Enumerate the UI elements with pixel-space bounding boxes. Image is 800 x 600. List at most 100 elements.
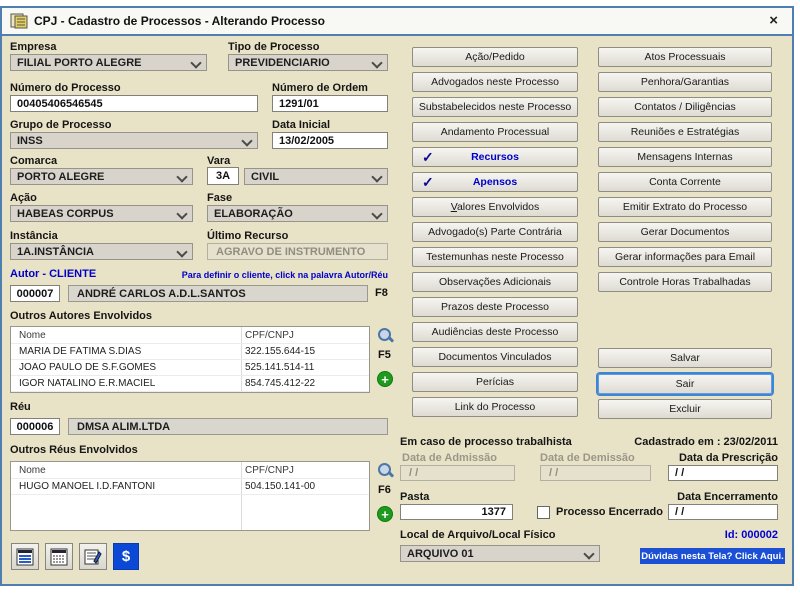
instancia-value: 1A.INSTÂNCIA <box>17 246 94 258</box>
table-row[interactable]: MARIA DE FÁTIMA S.DIAS 322.155.644-15 <box>11 344 369 360</box>
button-conta-corrente[interactable]: Conta Corrente <box>598 172 772 192</box>
button-mensagens[interactable]: Mensagens Internas <box>598 147 772 167</box>
button-valores[interactable]: Valores Envolvidos <box>412 197 578 217</box>
search-icon[interactable] <box>377 462 395 480</box>
button-substabelecidos[interactable]: Substabelecidos neste Processo <box>412 97 578 117</box>
outros-autores-table[interactable]: Nome CPF/CNPJ MARIA DE FÁTIMA S.DIAS 322… <box>10 326 370 393</box>
data-admissao-input: / / <box>400 465 515 481</box>
vara-numero-input[interactable]: 3A <box>207 167 239 185</box>
outros-reus-table[interactable]: Nome CPF/CNPJ HUGO MANOEL I.D.FANTONI 50… <box>10 461 370 531</box>
button-penhora[interactable]: Penhora/Garantias <box>598 72 772 92</box>
button-label: Conta Corrente <box>649 176 721 188</box>
autor-cliente-label[interactable]: Autor - CLIENTE <box>10 268 96 280</box>
record-id: Id: 000002 <box>660 529 778 541</box>
data-inicial-label: Data Inicial <box>272 119 330 131</box>
reu-label[interactable]: Réu <box>10 401 31 413</box>
data-inicial-input[interactable]: 13/02/2005 <box>272 132 388 149</box>
comarca-label: Comarca <box>10 155 57 167</box>
button-label: Advogado(s) Parte Contrária <box>428 226 562 238</box>
button-label: Andamento Processual <box>441 126 550 138</box>
button-extrato[interactable]: Emitir Extrato do Processo <box>598 197 772 217</box>
button-recursos[interactable]: ✓ Recursos <box>412 147 578 167</box>
button-advogados[interactable]: Advogados neste Processo <box>412 72 578 92</box>
tipo-processo-label: Tipo de Processo <box>228 41 320 53</box>
button-contatos[interactable]: Contatos / Diligências <box>598 97 772 117</box>
fase-select[interactable]: ELABORAÇÃO <box>207 205 388 222</box>
numero-ordem-input[interactable]: 1291/01 <box>272 95 388 112</box>
processo-encerrado-checkbox[interactable] <box>537 506 550 519</box>
checkmark-icon: ✓ <box>422 149 434 166</box>
ultimo-recurso-field: AGRAVO DE INSTRUMENTO <box>207 243 388 260</box>
reu-nome-field: DMSA ALIM.LTDA <box>68 418 388 435</box>
pasta-input[interactable]: 1377 <box>400 504 513 520</box>
chevron-down-icon <box>371 208 382 219</box>
button-audiencias[interactable]: Audiências deste Processo <box>412 322 578 342</box>
outros-reus-label: Outros Réus Envolvidos <box>10 444 138 456</box>
empresa-select[interactable]: FILIAL PORTO ALEGRE <box>10 54 207 71</box>
col-nome: Nome <box>11 330 233 341</box>
button-label: Apensos <box>473 176 517 188</box>
button-label: Reuniões e Estratégias <box>631 126 740 138</box>
button-advogado-contraria[interactable]: Advogado(s) Parte Contrária <box>412 222 578 242</box>
button-controle-horas[interactable]: Controle Horas Trabalhadas <box>598 272 772 292</box>
comarca-select[interactable]: PORTO ALEGRE <box>10 168 193 185</box>
button-pericias[interactable]: Perícias <box>412 372 578 392</box>
button-label: Recursos <box>471 151 519 163</box>
reu-codigo-input[interactable]: 000006 <box>10 418 60 435</box>
sair-button[interactable]: Sair <box>598 374 772 394</box>
search-icon[interactable] <box>377 327 395 345</box>
data-demissao-input: / / <box>540 465 651 481</box>
button-observacoes[interactable]: Observações Adicionais <box>412 272 578 292</box>
help-link[interactable]: Dúvidas nesta Tela? Click Aqui. <box>640 548 785 564</box>
window-title: CPJ - Cadastro de Processos - Alterando … <box>34 14 325 28</box>
button-label: Link do Processo <box>455 401 536 413</box>
add-reu-button[interactable]: + <box>377 506 393 522</box>
vara-select[interactable]: CIVIL <box>244 168 388 185</box>
button-gerar-documentos[interactable]: Gerar Documentos <box>598 222 772 242</box>
vara-value: CIVIL <box>251 171 279 183</box>
local-arquivo-select[interactable]: ARQUIVO 01 <box>400 545 600 562</box>
instancia-select[interactable]: 1A.INSTÂNCIA <box>10 243 193 260</box>
numero-processo-input[interactable]: 00405406546545 <box>10 95 258 112</box>
data-admissao-label: Data de Admissão <box>402 452 497 464</box>
row-nome: HUGO MANOEL I.D.FANTONI <box>11 481 233 492</box>
grupo-processo-select[interactable]: INSS <box>10 132 258 149</box>
id-label: Id: <box>725 529 738 541</box>
tipo-processo-select[interactable]: PREVIDENCIARIO <box>228 54 388 71</box>
button-label: Documentos Vinculados <box>438 351 551 363</box>
edit-form-button[interactable] <box>79 543 107 570</box>
button-gerar-email[interactable]: Gerar informações para Email <box>598 247 772 267</box>
acao-select[interactable]: HABEAS CORPUS <box>10 205 193 222</box>
button-atos[interactable]: Atos Processuais <box>598 47 772 67</box>
add-autor-button[interactable]: + <box>377 371 393 387</box>
fase-value: ELABORAÇÃO <box>214 208 293 220</box>
table-row[interactable]: HUGO MANOEL I.D.FANTONI 504.150.141-00 <box>11 479 369 495</box>
excluir-button[interactable]: Excluir <box>598 399 772 419</box>
button-apensos[interactable]: ✓ Apensos <box>412 172 578 192</box>
financeiro-button[interactable]: $ <box>113 543 139 570</box>
col-cpf: CPF/CNPJ <box>233 465 294 476</box>
chevron-down-icon <box>371 171 382 182</box>
title-bar[interactable]: CPJ - Cadastro de Processos - Alterando … <box>2 8 792 36</box>
data-prescricao-input[interactable]: / / <box>668 465 778 481</box>
data-encerramento-input[interactable]: / / <box>668 504 778 520</box>
button-label: Atos Processuais <box>644 51 725 63</box>
button-prazos[interactable]: Prazos deste Processo <box>412 297 578 317</box>
button-testemunhas[interactable]: Testemunhas neste Processo <box>412 247 578 267</box>
close-icon[interactable]: × <box>769 12 778 29</box>
button-andamento[interactable]: Andamento Processual <box>412 122 578 142</box>
salvar-button[interactable]: Salvar <box>598 348 772 368</box>
autor-codigo-input[interactable]: 000007 <box>10 285 60 302</box>
button-documentos[interactable]: Documentos Vinculados <box>412 347 578 367</box>
process-report-button[interactable] <box>11 543 39 570</box>
row-cpf: 854.745.412-22 <box>233 378 315 389</box>
table-row[interactable]: JOÃO PAULO DE S.F.GOMES 525.141.514-11 <box>11 360 369 376</box>
process-list-button[interactable] <box>45 543 73 570</box>
button-label: Penhora/Garantias <box>641 76 729 88</box>
button-acao-pedido[interactable]: Ação/Pedido <box>412 47 578 67</box>
grupo-processo-value: INSS <box>17 135 43 147</box>
button-reunioes[interactable]: Reuniões e Estratégias <box>598 122 772 142</box>
table-row[interactable]: IGOR NATALINO E.R.MACIEL 854.745.412-22 <box>11 376 369 392</box>
spreadsheet-icon <box>16 548 34 566</box>
button-link-processo[interactable]: Link do Processo <box>412 397 578 417</box>
